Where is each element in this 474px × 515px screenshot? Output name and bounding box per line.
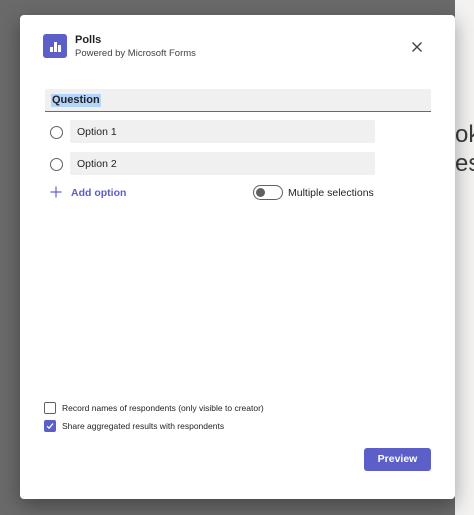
question-text: Question xyxy=(51,94,101,107)
checkmark-icon xyxy=(46,423,54,430)
dialog-subtitle: Powered by Microsoft Forms xyxy=(75,48,196,59)
option-1-input[interactable]: Option 1 xyxy=(70,120,375,143)
multiple-selections-toggle[interactable] xyxy=(253,185,283,200)
close-button[interactable] xyxy=(410,40,424,54)
record-names-checkbox[interactable] xyxy=(44,402,56,414)
poll-chart-icon xyxy=(43,34,67,58)
background-app-panel xyxy=(455,0,474,515)
option-1-text: Option 1 xyxy=(77,126,117,138)
option-1-radio xyxy=(50,126,63,139)
option-2-input[interactable]: Option 2 xyxy=(70,152,375,175)
multiple-selections-label: Multiple selections xyxy=(288,187,374,199)
preview-button[interactable]: Preview xyxy=(364,448,431,471)
background-text-fragment: ok xyxy=(455,121,474,148)
close-icon xyxy=(412,42,422,52)
record-names-label: Record names of respondents (only visibl… xyxy=(62,403,264,413)
polls-dialog: Polls Powered by Microsoft Forms Questio… xyxy=(20,15,455,499)
dialog-title: Polls xyxy=(75,34,102,46)
share-results-checkbox[interactable] xyxy=(44,420,56,432)
option-2-radio xyxy=(50,158,63,171)
question-input[interactable]: Question xyxy=(45,89,431,112)
share-results-label: Share aggregated results with respondent… xyxy=(62,421,225,431)
background-text-fragment: es xyxy=(455,150,474,177)
add-option-label: Add option xyxy=(71,187,127,199)
plus-icon xyxy=(50,186,62,198)
toggle-knob xyxy=(256,188,265,197)
option-2-text: Option 2 xyxy=(77,158,117,170)
